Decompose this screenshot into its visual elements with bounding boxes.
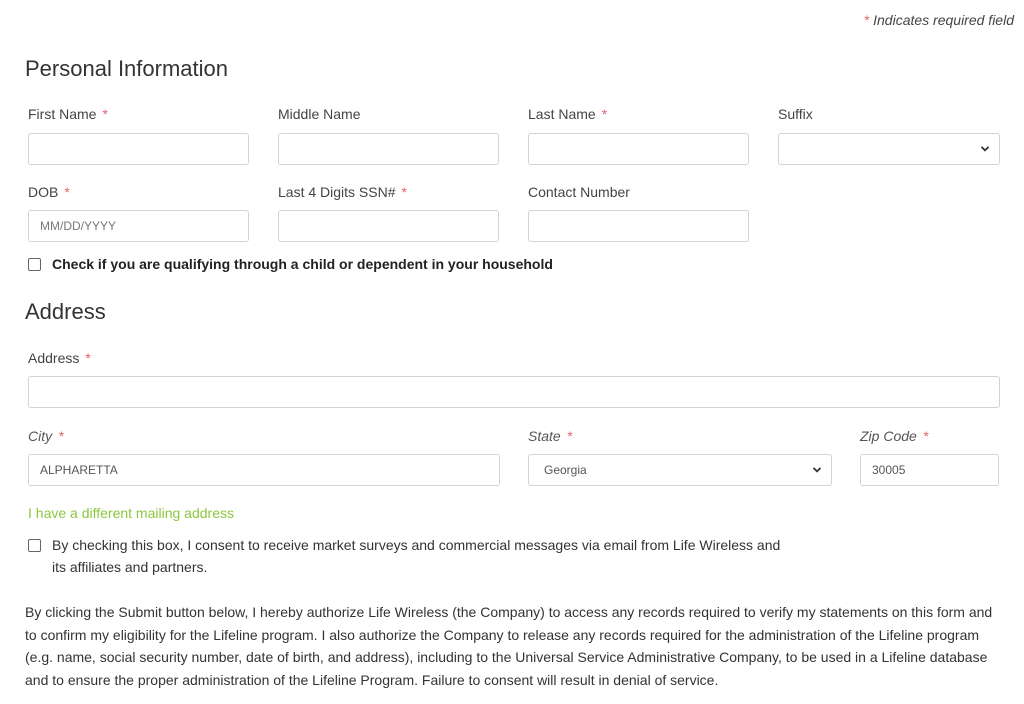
address-heading: Address	[25, 299, 106, 324]
authorization-legal-text: By clicking the Submit button below, I h…	[25, 604, 993, 688]
consent-line-2: its affiliates and partners.	[52, 559, 208, 575]
ssn-input[interactable]	[278, 210, 499, 242]
dob-input[interactable]: MM/DD/YYYY	[28, 210, 249, 242]
zip-code-input[interactable]: 30005	[860, 454, 999, 486]
zip-code-value: 30005	[872, 463, 906, 477]
city-value: ALPHARETTA	[40, 463, 118, 477]
contact-number-label: Contact Number	[528, 184, 630, 200]
last-name-label: Last Name *	[528, 106, 607, 122]
state-label-text: State	[528, 428, 561, 444]
required-star: *	[85, 350, 91, 366]
first-name-label-text: First Name	[28, 106, 97, 122]
middle-name-label: Middle Name	[278, 106, 361, 122]
dob-label-text: DOB	[28, 184, 59, 200]
suffix-select[interactable]	[778, 133, 1000, 165]
state-value: Georgia	[544, 463, 587, 477]
zip-code-label: Zip Code *	[860, 428, 928, 444]
dependent-checkbox[interactable]	[28, 258, 41, 271]
required-field-note: * Indicates required field	[864, 12, 1014, 28]
required-star: *	[58, 428, 64, 444]
first-name-label: First Name *	[28, 106, 108, 122]
consent-checkbox-label[interactable]: By checking this box, I consent to recei…	[52, 534, 832, 578]
required-star: *	[601, 106, 608, 122]
consent-checkbox[interactable]	[28, 539, 41, 552]
ssn-label: Last 4 Digits SSN# *	[278, 184, 407, 200]
chevron-down-icon	[980, 146, 990, 152]
different-mailing-address-link[interactable]: I have a different mailing address	[28, 505, 234, 521]
required-star: *	[863, 12, 870, 28]
required-star: *	[64, 184, 70, 200]
address-input[interactable]	[28, 376, 1000, 408]
state-select[interactable]: Georgia	[528, 454, 832, 486]
zip-code-label-text: Zip Code	[860, 428, 917, 444]
dob-placeholder: MM/DD/YYYY	[40, 219, 117, 233]
required-star: *	[566, 428, 573, 444]
city-label: City *	[28, 428, 64, 444]
first-name-input[interactable]	[28, 133, 249, 165]
address-label-text: Address	[28, 350, 80, 366]
consent-line-1: By checking this box, I consent to recei…	[52, 537, 781, 553]
contact-number-input[interactable]	[528, 210, 749, 242]
suffix-label: Suffix	[778, 106, 813, 122]
last-name-input[interactable]	[528, 133, 749, 165]
address-label: Address *	[28, 350, 91, 366]
dependent-checkbox-label[interactable]: Check if you are qualifying through a ch…	[52, 256, 553, 272]
city-label-text: City	[28, 428, 53, 444]
required-star: *	[922, 428, 929, 444]
chevron-down-icon	[812, 467, 822, 473]
ssn-label-text: Last 4 Digits SSN#	[278, 184, 396, 200]
last-name-label-text: Last Name	[528, 106, 596, 122]
city-input[interactable]: ALPHARETTA	[28, 454, 500, 486]
state-label: State *	[528, 428, 572, 444]
required-star: *	[102, 106, 108, 122]
required-star: *	[401, 184, 407, 200]
personal-information-heading: Personal Information	[25, 56, 228, 81]
required-note-text: Indicates required field	[873, 12, 1014, 28]
dob-label: DOB *	[28, 184, 70, 200]
middle-name-input[interactable]	[278, 133, 499, 165]
